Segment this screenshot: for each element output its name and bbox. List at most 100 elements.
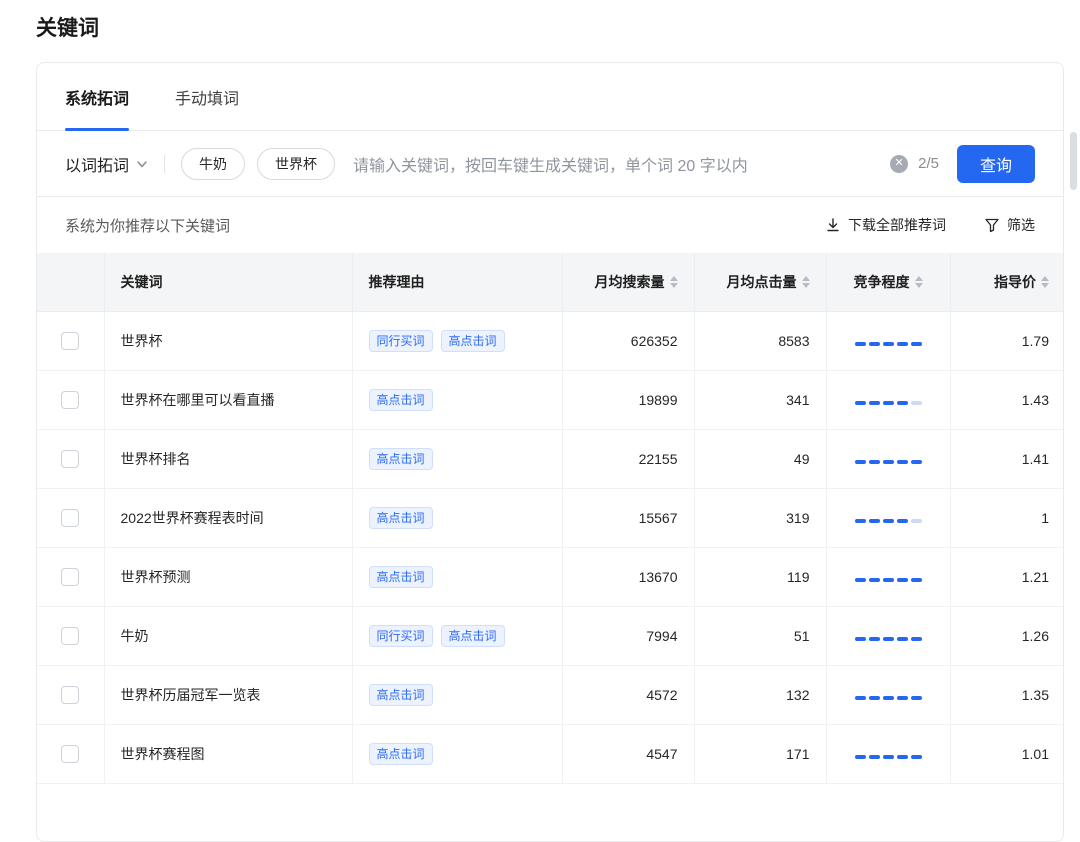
keyword-cell: 牛奶 [104, 606, 352, 665]
reason-tag: 高点击词 [369, 566, 433, 588]
reason-tag: 高点击词 [369, 507, 433, 529]
competition-bar [897, 401, 908, 405]
header-click-volume-label: 月均点击量 [727, 272, 797, 292]
row-checkbox[interactable] [61, 509, 79, 527]
competition-cell [826, 665, 950, 724]
price-cell: 1.43 [950, 370, 1064, 429]
competition-bar [855, 578, 866, 582]
competition-bar [883, 519, 894, 523]
table-row: 世界杯在哪里可以看直播 高点击词 19899 341 1.43 [37, 370, 1064, 429]
competition-bar [855, 342, 866, 346]
competition-bar [897, 519, 908, 523]
filter-label: 筛选 [1007, 215, 1035, 235]
keyword-cell: 世界杯预测 [104, 547, 352, 606]
chevron-down-icon [136, 158, 148, 170]
tab-item-0[interactable]: 系统拓词 [65, 63, 129, 130]
reason-tag: 高点击词 [441, 330, 505, 352]
keyword-cell-text: 世界杯预测 [121, 569, 191, 585]
keyword-tag[interactable]: 世界杯 [257, 148, 335, 180]
competition-cell [826, 370, 950, 429]
sort-icon[interactable] [802, 276, 810, 288]
competition-bar [911, 578, 922, 582]
keyword-cell: 世界杯在哪里可以看直播 [104, 370, 352, 429]
table-row: 世界杯历届冠军一览表 高点击词 4572 132 1.35 [37, 665, 1064, 724]
reason-cell: 高点击词 [352, 665, 562, 724]
table-row: 2022世界杯赛程表时间 高点击词 15567 319 1 [37, 488, 1064, 547]
competition-cell [826, 606, 950, 665]
scrollbar-thumb[interactable] [1070, 132, 1077, 190]
row-checkbox[interactable] [61, 568, 79, 586]
competition-bars [855, 519, 922, 523]
sort-icon[interactable] [915, 276, 923, 288]
reason-tags: 高点击词 [369, 566, 562, 588]
keyword-cell: 世界杯排名 [104, 429, 352, 488]
keyword-cell: 世界杯历届冠军一览表 [104, 665, 352, 724]
reason-cell: 高点击词 [352, 724, 562, 783]
competition-bar [855, 401, 866, 405]
row-checkbox[interactable] [61, 391, 79, 409]
competition-bar [911, 696, 922, 700]
recommend-text: 系统为你推荐以下关键词 [65, 215, 230, 236]
reason-cell: 高点击词 [352, 370, 562, 429]
keyword-panel: 系统拓词手动填词 以词拓词 牛奶世界杯 请输入关键词，按回车键生成关键词，单个词… [36, 62, 1064, 842]
competition-bar [883, 342, 894, 346]
reason-cell: 高点击词 [352, 429, 562, 488]
competition-bar [869, 519, 880, 523]
competition-bar [911, 755, 922, 759]
search-volume-cell: 4572 [562, 665, 694, 724]
download-all-button[interactable]: 下载全部推荐词 [825, 215, 946, 235]
keyword-cell-text: 牛奶 [121, 628, 149, 644]
header-search-volume-label: 月均搜索量 [595, 272, 665, 292]
row-checkbox[interactable] [61, 627, 79, 645]
header-search-volume[interactable]: 月均搜索量 [562, 253, 694, 311]
competition-bar [897, 342, 908, 346]
competition-bar [911, 637, 922, 641]
filter-button[interactable]: 筛选 [984, 215, 1035, 235]
table-row: 世界杯赛程图 高点击词 4547 171 1.01 [37, 724, 1064, 783]
clear-icon[interactable]: ✕ [890, 155, 908, 173]
row-checkbox[interactable] [61, 745, 79, 763]
price-cell: 1.41 [950, 429, 1064, 488]
header-click-volume[interactable]: 月均点击量 [694, 253, 826, 311]
click-volume-cell: 119 [694, 547, 826, 606]
row-checkbox[interactable] [61, 332, 79, 350]
click-volume-cell: 51 [694, 606, 826, 665]
search-volume-cell: 13670 [562, 547, 694, 606]
reason-tag: 高点击词 [369, 389, 433, 411]
competition-bar [869, 578, 880, 582]
tab-item-1[interactable]: 手动填词 [175, 63, 239, 130]
reason-cell: 同行买词高点击词 [352, 311, 562, 370]
competition-bars [855, 696, 922, 700]
row-checkbox[interactable] [61, 450, 79, 468]
click-volume-cell: 319 [694, 488, 826, 547]
sort-icon[interactable] [670, 276, 678, 288]
reason-cell: 高点击词 [352, 488, 562, 547]
header-competition[interactable]: 竞争程度 [826, 253, 950, 311]
expand-mode-dropdown[interactable]: 以词拓词 [65, 152, 148, 176]
competition-bar [897, 460, 908, 464]
competition-bar [855, 460, 866, 464]
competition-cell [826, 488, 950, 547]
competition-bar [883, 637, 894, 641]
keyword-tag-list: 牛奶世界杯 [181, 148, 347, 180]
competition-bars [855, 342, 922, 346]
click-volume-cell: 132 [694, 665, 826, 724]
competition-cell [826, 429, 950, 488]
click-volume-cell: 8583 [694, 311, 826, 370]
keyword-tag[interactable]: 牛奶 [181, 148, 245, 180]
competition-bar [869, 342, 880, 346]
header-reason-label: 推荐理由 [369, 272, 425, 292]
sort-icon[interactable] [1041, 276, 1049, 288]
search-volume-cell: 22155 [562, 429, 694, 488]
competition-bar [911, 401, 922, 405]
header-price[interactable]: 指导价 [950, 253, 1064, 311]
competition-bar [855, 519, 866, 523]
competition-bar [869, 401, 880, 405]
search-volume-cell: 19899 [562, 370, 694, 429]
download-icon [825, 217, 841, 233]
row-checkbox[interactable] [61, 686, 79, 704]
query-button[interactable]: 查询 [957, 145, 1035, 183]
keyword-cell-text: 世界杯历届冠军一览表 [121, 687, 261, 703]
keyword-input[interactable]: 请输入关键词，按回车键生成关键词，单个词 20 字以内 [353, 152, 748, 176]
page-title: 关键词 [36, 12, 99, 42]
